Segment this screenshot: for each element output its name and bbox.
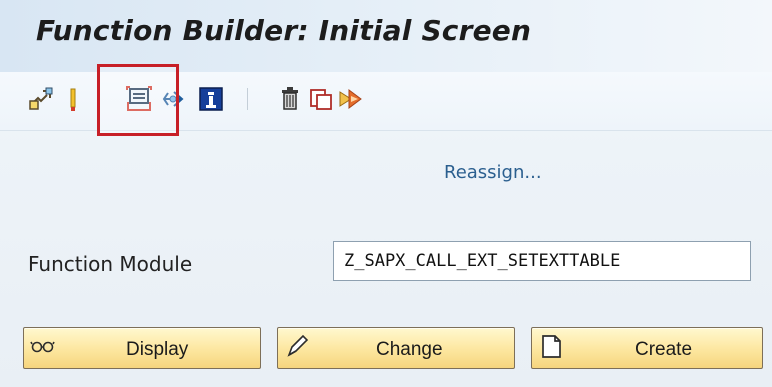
change-button[interactable]: Change (277, 327, 515, 369)
pencil-icon (287, 334, 309, 357)
page-title: Function Builder: Initial Screen (36, 14, 532, 47)
create-button[interactable]: Create (531, 327, 763, 369)
highlight-box (97, 64, 179, 136)
display-button[interactable]: Display (23, 327, 261, 369)
toolbar-separator (247, 88, 248, 110)
other-object-icon[interactable] (24, 82, 58, 116)
rename-icon[interactable] (334, 82, 368, 116)
function-module-input[interactable] (333, 241, 751, 281)
reassign-button[interactable]: Reassign... (444, 162, 542, 183)
function-module-label: Function Module (28, 252, 193, 276)
create-button-label: Create (635, 339, 693, 360)
check-syntax-icon[interactable] (56, 82, 90, 116)
change-button-label: Change (376, 339, 443, 360)
copy-icon[interactable] (304, 82, 338, 116)
info-icon[interactable] (194, 82, 228, 116)
display-glasses-icon (30, 341, 55, 353)
display-button-label: Display (126, 339, 189, 360)
title-bar: Function Builder: Initial Screen (0, 0, 772, 72)
blank-page-icon (542, 335, 561, 358)
delete-icon[interactable] (273, 82, 307, 116)
